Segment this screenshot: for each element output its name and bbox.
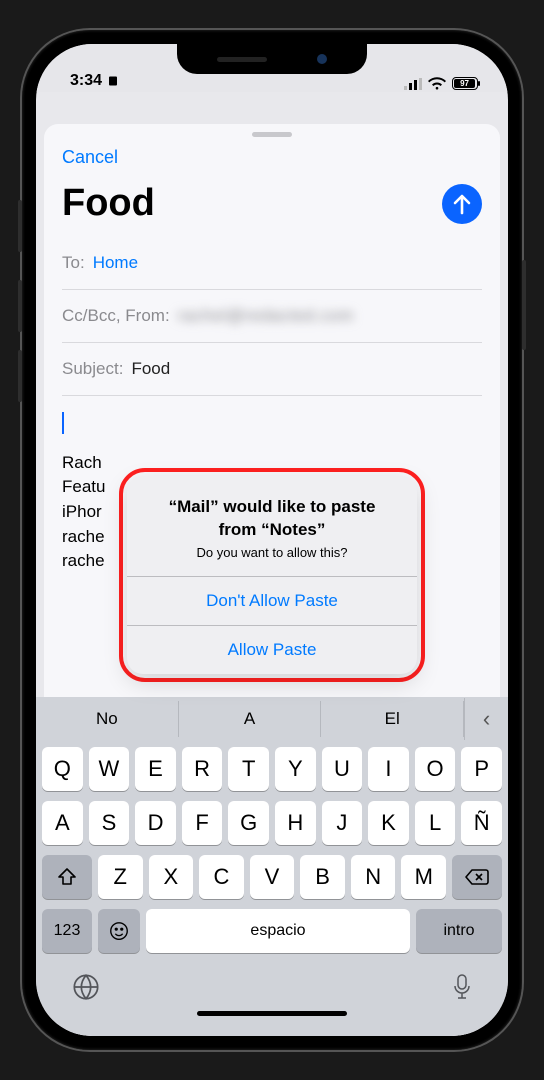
emoji-icon — [108, 920, 130, 942]
key-t[interactable]: T — [228, 747, 269, 791]
key-c[interactable]: C — [199, 855, 244, 899]
shift-key[interactable] — [42, 855, 92, 899]
key-x[interactable]: X — [149, 855, 194, 899]
dictation-key[interactable] — [452, 973, 472, 1001]
allow-paste-button[interactable]: Allow Paste — [127, 625, 417, 674]
wifi-icon — [428, 77, 446, 90]
to-label: To: — [62, 253, 85, 273]
sig-line: Rach — [62, 451, 482, 476]
key-j[interactable]: J — [322, 801, 363, 845]
screen: 3:34 97 Cancel Food — [36, 44, 508, 1036]
to-field[interactable]: To: Home — [62, 237, 482, 290]
key-m[interactable]: M — [401, 855, 446, 899]
key-n[interactable]: N — [351, 855, 396, 899]
shift-icon — [57, 868, 77, 886]
keyboard: No A El ‹ Q W E R T Y U I O P — [36, 697, 508, 1036]
compose-title: Food — [62, 182, 155, 225]
subject-label: Subject: — [62, 359, 123, 379]
return-key[interactable]: intro — [416, 909, 502, 953]
key-row-4: 123 espacio intro — [42, 909, 502, 953]
key-e[interactable]: E — [135, 747, 176, 791]
dont-allow-paste-button[interactable]: Don't Allow Paste — [127, 576, 417, 625]
key-row-2: A S D F G H J K L Ñ — [42, 801, 502, 845]
mic-icon — [452, 973, 472, 1001]
prediction-3[interactable]: El — [321, 701, 464, 737]
key-p[interactable]: P — [461, 747, 502, 791]
prediction-collapse[interactable]: ‹ — [464, 698, 508, 740]
from-value: rachel@redacted.com — [178, 306, 354, 326]
cc-label: Cc/Bcc, From: — [62, 306, 170, 326]
key-r[interactable]: R — [182, 747, 223, 791]
alert-title: “Mail” would like to paste from “Notes” — [149, 496, 395, 540]
globe-icon — [72, 973, 100, 1001]
battery-icon: 97 — [452, 77, 478, 90]
emoji-key[interactable] — [98, 909, 140, 953]
cell-signal-icon — [404, 78, 422, 90]
prediction-bar: No A El ‹ — [36, 697, 508, 741]
key-h[interactable]: H — [275, 801, 316, 845]
key-b[interactable]: B — [300, 855, 345, 899]
cancel-button[interactable]: Cancel — [62, 147, 118, 168]
iphone-frame: 3:34 97 Cancel Food — [22, 30, 522, 1050]
key-q[interactable]: Q — [42, 747, 83, 791]
backspace-icon — [465, 868, 489, 886]
key-row-3: Z X C V B N M — [42, 855, 502, 899]
key-i[interactable]: I — [368, 747, 409, 791]
text-cursor — [62, 412, 64, 434]
to-value[interactable]: Home — [93, 253, 138, 273]
backspace-key[interactable] — [452, 855, 502, 899]
key-w[interactable]: W — [89, 747, 130, 791]
notch — [177, 44, 367, 74]
key-s[interactable]: S — [89, 801, 130, 845]
key-a[interactable]: A — [42, 801, 83, 845]
space-key[interactable]: espacio — [146, 909, 410, 953]
status-time: 3:34 — [70, 72, 102, 90]
prediction-1[interactable]: No — [36, 701, 179, 737]
key-d[interactable]: D — [135, 801, 176, 845]
numbers-key[interactable]: 123 — [42, 909, 92, 953]
subject-field[interactable]: Subject: Food — [62, 343, 482, 396]
key-y[interactable]: Y — [275, 747, 316, 791]
key-v[interactable]: V — [250, 855, 295, 899]
key-k[interactable]: K — [368, 801, 409, 845]
paste-permission-alert: “Mail” would like to paste from “Notes” … — [127, 476, 417, 673]
key-enye[interactable]: Ñ — [461, 801, 502, 845]
globe-key[interactable] — [72, 973, 100, 1001]
key-f[interactable]: F — [182, 801, 223, 845]
key-u[interactable]: U — [322, 747, 363, 791]
arrow-up-icon — [452, 193, 472, 215]
key-row-1: Q W E R T Y U I O P — [42, 747, 502, 791]
key-o[interactable]: O — [415, 747, 456, 791]
home-indicator[interactable] — [197, 1011, 347, 1016]
alert-highlight: “Mail” would like to paste from “Notes” … — [119, 468, 425, 681]
key-z[interactable]: Z — [98, 855, 143, 899]
ccbcc-field[interactable]: Cc/Bcc, From: rachel@redacted.com — [62, 290, 482, 343]
key-g[interactable]: G — [228, 801, 269, 845]
prediction-2[interactable]: A — [179, 701, 322, 737]
key-l[interactable]: L — [415, 801, 456, 845]
send-button[interactable] — [442, 184, 482, 224]
alert-message: Do you want to allow this? — [149, 545, 395, 560]
sheet-grabber[interactable] — [252, 132, 292, 137]
subject-value: Food — [131, 359, 170, 379]
